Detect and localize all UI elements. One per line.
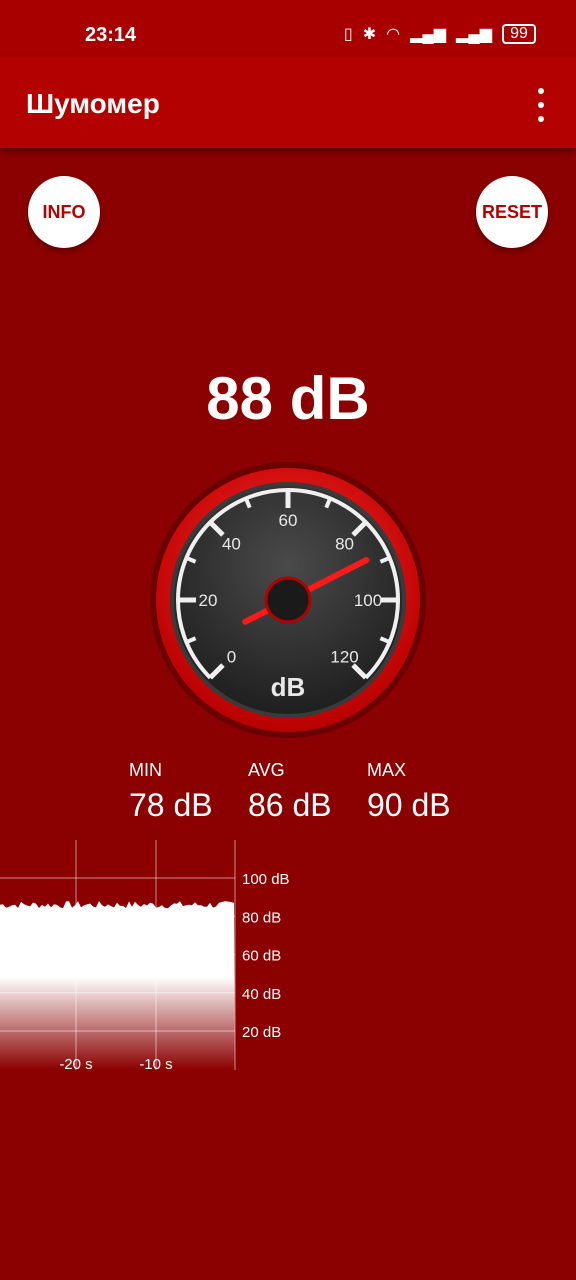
gauge-tick-label: 120	[330, 648, 358, 667]
history-y-label: 20 dB	[242, 1024, 281, 1041]
avg-label: AVG	[248, 760, 285, 780]
history-x-label: -10 s	[139, 1056, 172, 1073]
bluetooth-icon: ✱	[362, 26, 377, 43]
more-options-icon[interactable]	[536, 88, 546, 122]
info-button[interactable]: INFO	[28, 176, 100, 248]
history-x-label: -20 s	[59, 1056, 92, 1073]
status-icons: ▯ ✱ ◠ ▂▄▆ ▂▄▆ 99	[344, 24, 536, 44]
gauge-hub	[264, 576, 312, 624]
vibrate-icon: ▯	[343, 26, 353, 43]
wifi-icon: ◠	[386, 26, 401, 43]
app-bar: Шумомер	[0, 58, 576, 148]
current-db-readout: 88 dB	[206, 365, 370, 432]
gauge-dial: 0 20 40 60 80 100 120 dB	[150, 462, 426, 738]
battery-icon: 99	[502, 24, 536, 44]
history-y-label: 80 dB	[242, 909, 281, 926]
status-bar: 23:14 ▯ ✱ ◠ ▂▄▆ ▂▄▆ 99	[0, 0, 576, 58]
gauge-tick-label: 60	[279, 511, 298, 530]
gauge-tick-label: 80	[335, 534, 354, 553]
status-time: 23:14	[85, 24, 137, 46]
stat-min: MIN 78 dB	[129, 760, 249, 824]
signal-icon: ▂▄▆	[410, 26, 447, 43]
app-title: Шумомер	[26, 88, 160, 119]
history-area	[0, 901, 235, 1070]
min-label: MIN	[129, 760, 162, 780]
stats-row: MIN 78 dB AVG 86 dB MAX 90 dB	[0, 760, 576, 840]
stat-max: MAX 90 dB	[367, 760, 487, 824]
sound-level-gauge: 0 20 40 60 80 100 120 dB	[148, 460, 428, 740]
gauge-tick-label: 20	[199, 591, 218, 610]
history-y-label: 40 dB	[242, 986, 281, 1003]
history-graph: 100 dB 80 dB 60 dB 40 dB 20 dB -20 s -10 s	[0, 840, 576, 1075]
stat-avg: AVG 86 dB	[248, 760, 368, 824]
gauge-unit-label: dB	[271, 672, 306, 702]
reset-button[interactable]: RESET	[476, 176, 548, 248]
min-value: 78 dB	[129, 787, 213, 823]
history-y-label: 100 dB	[242, 871, 290, 888]
signal-icon-2: ▂▄▆	[456, 26, 492, 43]
history-chart: 100 dB 80 dB 60 dB 40 dB 20 dB -20 s -10 s	[0, 840, 290, 1073]
gauge-tick-label: 40	[222, 534, 241, 553]
avg-value: 86 dB	[248, 787, 332, 823]
gauge-tick-label: 0	[227, 648, 236, 667]
max-label: MAX	[367, 760, 407, 780]
gauge-tick-label: 100	[354, 591, 382, 610]
history-y-label: 60 dB	[242, 948, 281, 965]
max-value: 90 dB	[367, 787, 451, 823]
